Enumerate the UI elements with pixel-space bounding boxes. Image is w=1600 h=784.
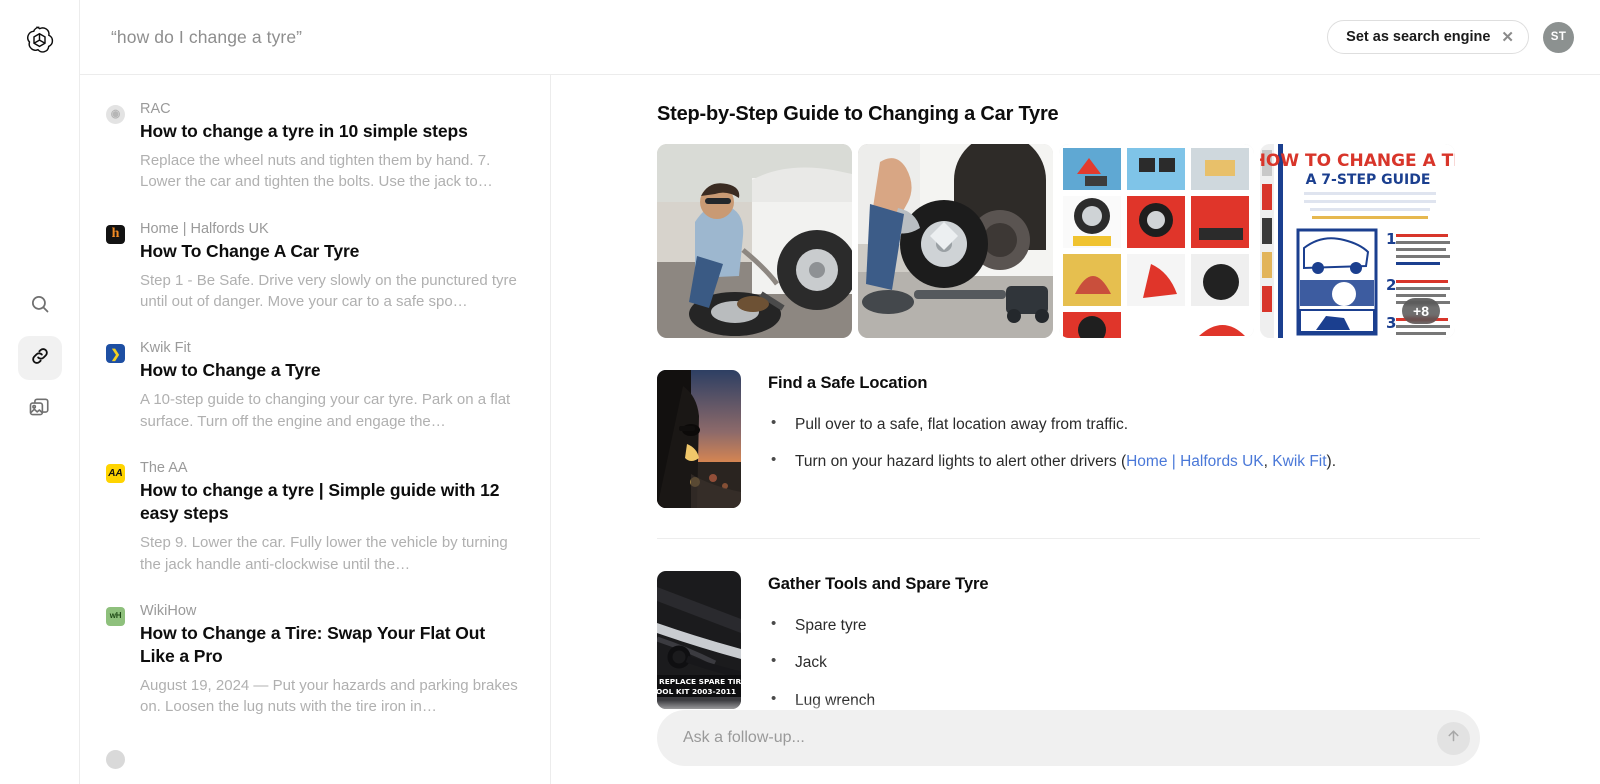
followup-input[interactable] — [683, 729, 1437, 747]
search-query-text[interactable]: “how do I change a tyre” — [111, 27, 302, 48]
result-title[interactable]: How to change a tyre in 10 simple steps — [140, 120, 524, 143]
result-title[interactable]: How to Change a Tire: Swap Your Flat Out… — [140, 622, 524, 668]
citation-separator: , — [1264, 453, 1273, 470]
image-gallery: HOW TO CHANGE A TIRE A 7-STEP GUIDE — [657, 144, 1480, 338]
result-title[interactable]: How to Change a Tyre — [140, 359, 524, 382]
answer-scroll: Step-by-Step Guide to Changing a Car Tyr… — [551, 75, 1600, 784]
svg-text:2: 2 — [1386, 276, 1396, 294]
result-snippet: Step 1 - Be Safe. Drive very slowly on t… — [140, 270, 524, 313]
svg-text:A 7-STEP GUIDE: A 7-STEP GUIDE — [1306, 172, 1431, 188]
body-columns: ◉ RAC How to change a tyre in 10 simple … — [80, 75, 1600, 784]
result-site: RAC — [140, 101, 524, 117]
bullet-text: Spare tyre — [795, 617, 867, 634]
avatar[interactable]: ST — [1543, 22, 1574, 53]
section-heading: Gather Tools and Spare Tyre — [768, 575, 1480, 594]
bullet-item: Spare tyre — [768, 614, 1480, 637]
result-snippet: A 10-step guide to changing your car tyr… — [140, 389, 524, 432]
app-root: “how do I change a tyre” Set as search e… — [0, 0, 1600, 784]
bullet-item: Pull over to a safe, flat location away … — [768, 413, 1480, 436]
svg-text:3: 3 — [1386, 314, 1396, 332]
rail-nav — [18, 284, 62, 432]
list-item[interactable]: h Home | Halfords UK How To Change A Car… — [106, 221, 524, 313]
answer-section-find-a-safe-location: Find a Safe Location Pull over to a safe… — [657, 338, 1480, 538]
result-title[interactable]: How to change a tyre | Simple guide with… — [140, 479, 524, 525]
result-title[interactable]: How To Change A Car Tyre — [140, 240, 524, 263]
result-site: WikiHow — [140, 603, 524, 619]
close-icon[interactable]: ✕ — [1501, 30, 1514, 45]
citation-link[interactable]: Home | Halfords UK — [1126, 453, 1264, 470]
results-list: ◉ RAC How to change a tyre in 10 simple … — [80, 75, 551, 784]
result-snippet: August 19, 2024 — Put your hazards and p… — [140, 675, 524, 718]
bullet-suffix: ). — [1327, 453, 1336, 470]
wikihow-favicon: wH — [106, 607, 125, 626]
halfords-favicon: h — [106, 225, 125, 244]
result-site: The AA — [140, 460, 524, 476]
next-result-favicon — [106, 750, 125, 769]
bullet-text: Pull over to a safe, flat location away … — [795, 416, 1128, 433]
rac-favicon: ◉ — [106, 105, 125, 124]
send-button[interactable] — [1437, 722, 1470, 755]
gallery-image-3[interactable] — [1059, 144, 1254, 338]
answer-pane: Step-by-Step Guide to Changing a Car Tyr… — [551, 75, 1600, 784]
sidebar-item-images[interactable] — [18, 388, 62, 432]
left-rail — [0, 0, 80, 784]
top-header: “how do I change a tyre” Set as search e… — [80, 0, 1600, 75]
search-icon — [29, 293, 51, 320]
list-item[interactable]: ◉ RAC How to change a tyre in 10 simple … — [106, 101, 524, 193]
section-bullets: Pull over to a safe, flat location away … — [768, 413, 1480, 474]
header-actions: Set as search engine ✕ ST — [1327, 20, 1574, 54]
arrow-up-icon — [1445, 727, 1462, 749]
set-as-search-engine-button[interactable]: Set as search engine ✕ — [1327, 20, 1529, 54]
bullet-text: Lug wrench — [795, 692, 875, 709]
svg-text:REPLACE SPARE TIR: REPLACE SPARE TIR — [659, 677, 741, 686]
link-icon — [29, 345, 51, 372]
result-snippet: Step 9. Lower the car. Fully lower the v… — [140, 532, 524, 575]
more-images-badge[interactable]: +8 — [1402, 298, 1440, 324]
section-heading: Find a Safe Location — [768, 374, 1480, 393]
list-item[interactable]: ❯ Kwik Fit How to Change a Tyre A 10-ste… — [106, 340, 524, 432]
bullet-text: Turn on your hazard lights to alert othe… — [795, 453, 1126, 470]
bullet-text: Jack — [795, 654, 827, 671]
bullet-item: Jack — [768, 651, 1480, 674]
svg-text:OOL KIT 2003-2011: OOL KIT 2003-2011 — [657, 687, 736, 696]
svg-text:HOW TO CHANGE A TIRE: HOW TO CHANGE A TIRE — [1260, 151, 1455, 171]
followup-bar[interactable] — [657, 710, 1480, 766]
kwikfit-favicon: ❯ — [106, 344, 125, 363]
theaa-favicon: AA — [106, 464, 125, 483]
gallery-image-1[interactable] — [657, 144, 852, 338]
citation-link[interactable]: Kwik Fit — [1272, 453, 1326, 470]
sidebar-item-links[interactable] — [18, 336, 62, 380]
page-title: Step-by-Step Guide to Changing a Car Tyr… — [657, 103, 1480, 126]
openai-logo-icon[interactable] — [18, 18, 62, 62]
bullet-item: Turn on your hazard lights to alert othe… — [768, 450, 1480, 473]
main-area: “how do I change a tyre” Set as search e… — [80, 0, 1600, 784]
set-search-engine-label: Set as search engine — [1346, 29, 1490, 45]
list-item[interactable]: AA The AA How to change a tyre | Simple … — [106, 460, 524, 575]
section-thumbnail-2[interactable]: REPLACE SPARE TIR OOL KIT 2003-2011 — [657, 571, 741, 709]
list-item[interactable] — [106, 746, 524, 769]
sidebar-item-search[interactable] — [18, 284, 62, 328]
bullet-item: Lug wrench — [768, 689, 1480, 712]
section-thumbnail-1[interactable] — [657, 370, 741, 508]
list-item[interactable]: wH WikiHow How to Change a Tire: Swap Yo… — [106, 603, 524, 718]
result-site: Home | Halfords UK — [140, 221, 524, 237]
result-snippet: Replace the wheel nuts and tighten them … — [140, 150, 524, 193]
svg-text:1: 1 — [1386, 230, 1396, 248]
gallery-image-2[interactable] — [858, 144, 1053, 338]
gallery-image-4[interactable]: HOW TO CHANGE A TIRE A 7-STEP GUIDE — [1260, 144, 1455, 338]
images-icon — [28, 396, 51, 424]
result-site: Kwik Fit — [140, 340, 524, 356]
